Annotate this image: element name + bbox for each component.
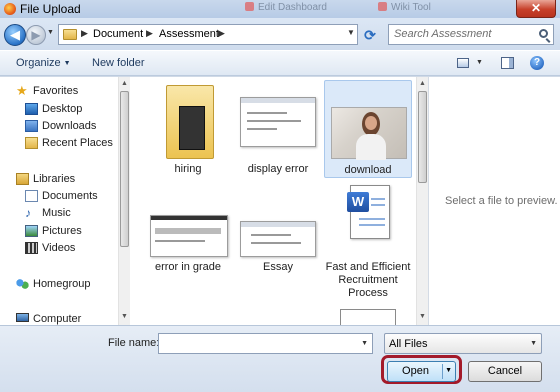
breadcrumb-separator-icon[interactable]: ▶ — [218, 28, 225, 39]
file-name-label: File name: — [108, 337, 160, 349]
computer-icon — [16, 313, 29, 322]
address-dropdown-icon[interactable]: ▼ — [347, 28, 355, 37]
file-name-input[interactable]: ▼ — [158, 333, 373, 354]
chevron-down-icon: ▼ — [63, 60, 71, 67]
background-tab: Edit Dashboard — [245, 2, 327, 16]
forward-button[interactable]: ▶ — [26, 25, 46, 45]
navigation-bar: ◀ ▶ ▼ ▶ Document ▶ Assessment ▶ ▼ ⟳ Sear… — [0, 18, 560, 50]
homegroup-icon — [16, 278, 29, 290]
breadcrumb-assessment[interactable]: Assessment — [159, 28, 219, 40]
document-line — [371, 198, 385, 200]
breadcrumb-separator-icon[interactable]: ▶ — [146, 28, 153, 39]
view-options-chevron-icon[interactable]: ▼ — [476, 59, 483, 66]
file-type-select[interactable]: All Files ▼ — [384, 333, 542, 354]
star-icon: ★ — [16, 83, 28, 98]
scroll-down-icon[interactable]: ▼ — [419, 313, 426, 320]
split-divider — [442, 364, 443, 379]
screenshot-thumbnail — [240, 221, 316, 257]
organize-button[interactable]: Organize ▼ — [16, 57, 71, 69]
recent-locations-chevron-icon[interactable]: ▼ — [47, 29, 55, 39]
file-item-essay[interactable]: Essay — [232, 189, 324, 273]
window-title: File Upload — [20, 2, 81, 16]
libraries-icon — [16, 173, 29, 185]
open-options-chevron-icon[interactable]: ▼ — [445, 367, 452, 374]
scroll-up-icon[interactable]: ▲ — [121, 80, 128, 87]
title-bar: File Upload Edit Dashboard Wiki Tool ✕ — [0, 0, 560, 18]
thumbnail-bar — [151, 216, 227, 220]
thumbnail-line — [247, 120, 301, 122]
photo-person-face — [365, 116, 377, 130]
photo-thumbnail — [331, 107, 407, 160]
thumbnail-line — [155, 228, 221, 234]
tab-icon — [378, 2, 387, 11]
folder-icon — [63, 29, 77, 40]
photo-person-body — [356, 134, 386, 160]
help-icon[interactable]: ? — [530, 56, 544, 70]
new-folder-button[interactable]: New folder — [92, 57, 145, 69]
file-list: hiring display error download error in g… — [132, 77, 415, 329]
change-view-icon[interactable] — [457, 58, 469, 68]
thumbnail-line — [247, 112, 287, 114]
preview-pane-icon[interactable] — [501, 57, 514, 69]
documents-icon — [25, 190, 38, 202]
word-logo-icon: W — [347, 192, 369, 212]
scroll-thumb[interactable] — [418, 91, 427, 183]
document-line — [359, 218, 385, 220]
document-line — [371, 204, 385, 206]
navigation-pane: ★ Favorites Desktop Downloads Recent Pla… — [0, 77, 116, 325]
close-button[interactable]: ✕ — [516, 0, 556, 18]
chevron-down-icon[interactable]: ▼ — [361, 340, 368, 347]
main-area: ★ Favorites Desktop Downloads Recent Pla… — [0, 77, 560, 329]
scroll-thumb[interactable] — [120, 91, 129, 247]
open-button[interactable]: Open ▼ — [387, 361, 456, 382]
file-item-error-in-grade[interactable]: error in grade — [142, 189, 234, 273]
breadcrumb-separator-icon[interactable]: ▶ — [81, 28, 88, 39]
thumbnail-line — [251, 234, 291, 236]
scroll-down-icon[interactable]: ▼ — [121, 313, 128, 320]
file-type-value: All Files — [389, 338, 428, 350]
firefox-icon — [4, 3, 16, 15]
refresh-button[interactable]: ⟳ — [361, 26, 379, 44]
word-document-icon: W — [347, 185, 390, 239]
preview-message: Select a file to preview. — [445, 195, 558, 207]
dialog-footer: File name: ▼ All Files ▼ Open ▼ Cancel — [0, 325, 560, 392]
open-button-label: Open — [402, 365, 429, 377]
thumbnail-bar — [241, 98, 315, 103]
search-input[interactable]: Search Assessment — [388, 24, 554, 45]
scroll-up-icon[interactable]: ▲ — [419, 80, 426, 87]
address-bar[interactable]: ▶ Document ▶ Assessment ▶ ▼ — [58, 24, 358, 45]
cancel-button[interactable]: Cancel — [468, 361, 542, 382]
preview-pane: Select a file to preview. — [428, 77, 560, 325]
back-button[interactable]: ◀ — [4, 24, 26, 46]
background-tab: Wiki Tool — [378, 2, 431, 16]
recent-places-icon — [25, 137, 38, 149]
music-icon: ♪ — [25, 206, 31, 220]
file-item-fast-and-efficient-recruitment-process[interactable]: W Fast and Efficient Recruitment Process — [322, 185, 414, 299]
screenshot-thumbnail — [150, 215, 228, 257]
videos-icon — [25, 242, 38, 254]
folder-contents-thumbnail — [179, 106, 205, 150]
desktop-icon — [25, 103, 38, 115]
pictures-icon — [25, 225, 38, 237]
command-bar: Organize ▼ New folder ▼ ? — [0, 50, 560, 76]
breadcrumb-document[interactable]: Document — [93, 28, 143, 40]
tab-icon — [245, 2, 254, 11]
file-item-download[interactable]: download — [324, 80, 412, 178]
file-item-display-error[interactable]: display error — [232, 79, 324, 179]
screenshot-thumbnail — [240, 97, 316, 147]
search-placeholder: Search Assessment — [394, 28, 492, 40]
thumbnail-line — [155, 240, 205, 242]
document-line — [359, 224, 385, 226]
thumbnail-line — [251, 242, 301, 244]
folder-icon — [166, 85, 214, 159]
search-icon — [539, 29, 548, 38]
file-list-scrollbar[interactable]: ▲ ▼ — [416, 77, 428, 325]
file-item-hiring[interactable]: hiring — [142, 79, 234, 179]
thumbnail-bar — [241, 222, 315, 227]
sidebar-scrollbar[interactable]: ▲ ▼ — [118, 77, 130, 325]
downloads-icon — [25, 120, 38, 132]
chevron-down-icon: ▼ — [530, 340, 537, 347]
thumbnail-line — [247, 128, 277, 130]
